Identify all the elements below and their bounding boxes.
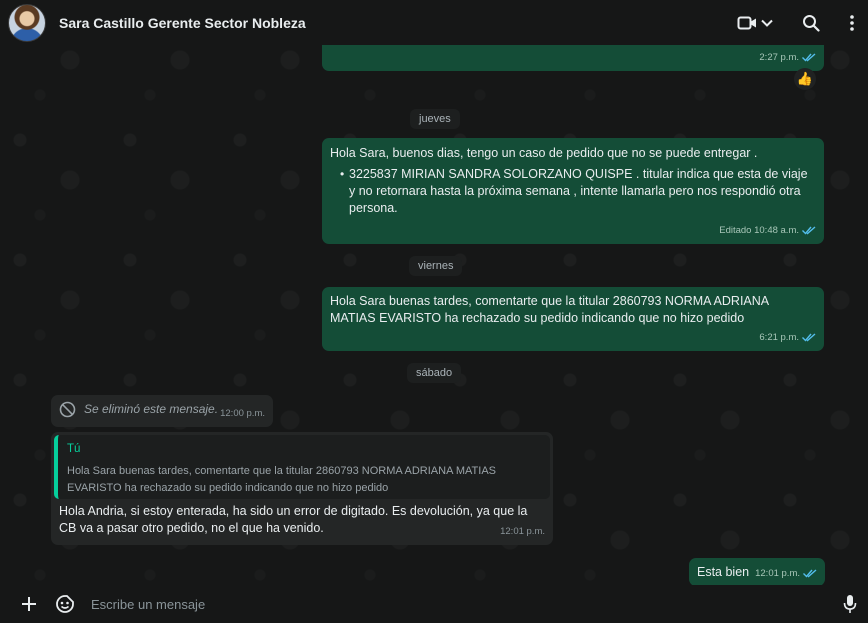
- message-text: Hola Sara buenas tardes, comentarte que …: [330, 294, 772, 325]
- message-bubble-incoming[interactable]: Se eliminó este mensaje. 12:00 p.m.: [51, 395, 273, 427]
- search-button[interactable]: [794, 0, 828, 45]
- message-input[interactable]: [91, 589, 832, 619]
- quote-author: Tú: [67, 443, 81, 455]
- message-list-item: • 3225837 MIRIAN SANDRA SOLORZANO QUISPE…: [340, 166, 816, 217]
- composer-bar: [0, 585, 868, 623]
- chat-header: Sara Castillo Gerente Sector Nobleza: [0, 0, 868, 45]
- message-time: 6:21 p.m.: [759, 332, 799, 343]
- day-separator: viernes: [409, 256, 463, 276]
- message-meta: 12:01 p.m.: [500, 523, 545, 540]
- message-bubble-outgoing[interactable]: Hola Sara, buenos dias, tengo un caso de…: [322, 138, 824, 244]
- attach-button[interactable]: [11, 585, 47, 623]
- microphone-icon: [843, 594, 857, 614]
- deleted-message: Se eliminó este mensaje.: [59, 401, 218, 418]
- message-bubble-outgoing[interactable]: Esta bien 12:01 p.m.: [689, 558, 825, 585]
- message-bullet-text: 3225837 MIRIAN SANDRA SOLORZANO QUISPE .…: [349, 167, 812, 215]
- chevron-down-icon: [761, 19, 773, 27]
- video-call-icon: [737, 15, 757, 31]
- double-check-icon: [802, 333, 816, 342]
- message-meta: Editado 10:48 a.m.: [719, 222, 816, 239]
- quote-text: Hola Sara buenas tardes, comentarte que …: [67, 465, 497, 494]
- video-call-button[interactable]: [730, 0, 780, 45]
- message-time: Editado 10:48 a.m.: [719, 225, 799, 236]
- message-bubble-incoming[interactable]: Tú Hola Sara buenas tardes, comentarte q…: [51, 432, 553, 545]
- bullet-icon: •: [340, 167, 345, 181]
- day-separator: jueves: [410, 109, 460, 129]
- avatar[interactable]: [8, 3, 46, 42]
- contact-name[interactable]: Sara Castillo Gerente Sector Nobleza: [59, 15, 306, 31]
- message-time: 12:01 p.m.: [500, 526, 545, 537]
- quoted-message[interactable]: Tú Hola Sara buenas tardes, comentarte q…: [54, 435, 550, 499]
- emoji-icon: [55, 594, 75, 614]
- message-text: Hola Sara, buenos dias, tengo un caso de…: [330, 146, 758, 160]
- double-check-icon: [803, 569, 817, 578]
- double-check-icon: [802, 53, 816, 62]
- kebab-menu-icon: [850, 14, 854, 32]
- double-check-icon: [802, 226, 816, 235]
- message-list: 2:27 p.m. 👍 jueves Hola Sara, buenos dia…: [0, 45, 868, 585]
- message-time: 12:00 p.m.: [220, 408, 265, 419]
- menu-button[interactable]: [838, 0, 866, 45]
- message-meta: 12:00 p.m.: [220, 405, 265, 422]
- message-text: Esta bien: [697, 565, 750, 579]
- day-separator: sábado: [407, 363, 462, 383]
- message-bubble-outgoing[interactable]: Hola Sara buenas tardes, comentarte que …: [322, 287, 824, 351]
- header-actions: [730, 0, 868, 45]
- plus-icon: [21, 596, 37, 612]
- message-meta: 2:27 p.m.: [759, 49, 816, 66]
- microphone-button[interactable]: [832, 585, 868, 623]
- message-text: Hola Andria, si estoy enterada, ha sido …: [59, 504, 531, 535]
- blocked-icon: [59, 401, 76, 418]
- reaction-badge[interactable]: 👍: [794, 68, 816, 90]
- deleted-message-text: Se eliminó este mensaje.: [84, 402, 219, 416]
- search-icon: [802, 14, 820, 32]
- message-time: 2:27 p.m.: [759, 52, 799, 63]
- message-meta: 12:01 p.m.: [755, 565, 817, 582]
- emoji-button[interactable]: [47, 585, 83, 623]
- message-meta: 6:21 p.m.: [759, 329, 816, 346]
- message-bubble-outgoing[interactable]: 2:27 p.m.: [322, 45, 824, 71]
- message-time: 12:01 p.m.: [755, 568, 800, 579]
